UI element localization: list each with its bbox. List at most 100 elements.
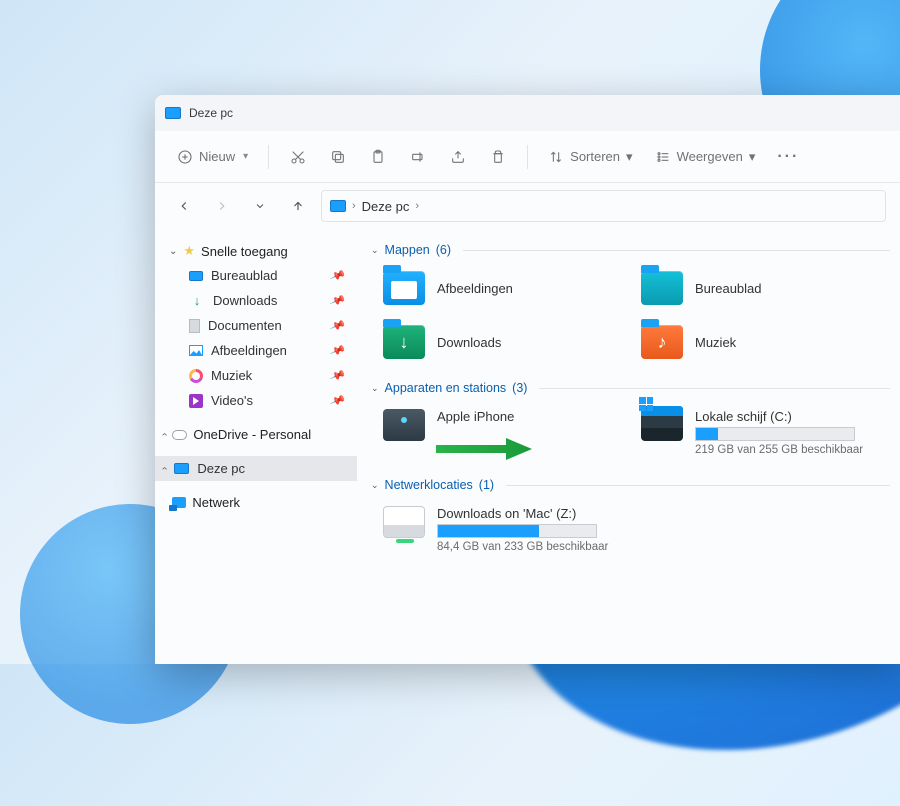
more-button[interactable]: ··· (769, 140, 807, 174)
arrow-up-icon (291, 199, 305, 213)
up-button[interactable] (283, 191, 313, 221)
device-local-disk-c[interactable]: Lokale schijf (C:) 219 GB van 255 GB bes… (637, 405, 885, 460)
share-button[interactable] (441, 140, 475, 174)
music-icon (189, 369, 203, 383)
pin-icon: 📌 (329, 267, 346, 284)
separator (463, 250, 890, 251)
folder-music[interactable]: Muziek (637, 321, 885, 363)
rename-icon (410, 149, 426, 165)
separator (268, 145, 269, 169)
paste-button[interactable] (361, 140, 395, 174)
sidebar-group-label: Snelle toegang (201, 244, 288, 259)
device-label: Apple iPhone (437, 409, 623, 424)
sidebar-item-label: Deze pc (197, 461, 245, 476)
sidebar-item-pictures[interactable]: Afbeeldingen 📌 (155, 338, 357, 363)
rename-button[interactable] (401, 140, 435, 174)
desktop-icon (189, 271, 203, 281)
delete-icon (490, 149, 506, 165)
chevron-down-icon: ⌄ (371, 480, 379, 491)
chevron-right-icon: › (159, 433, 170, 436)
section-title: Netwerklocaties (385, 478, 473, 492)
folder-icon (641, 325, 683, 359)
section-folders[interactable]: ⌄ Mappen (6) (361, 239, 900, 261)
titlebar[interactable]: Deze pc (155, 95, 900, 131)
section-title: Mappen (385, 243, 430, 257)
sidebar-item-videos[interactable]: Video's 📌 (155, 388, 357, 413)
arrow-right-icon (215, 199, 229, 213)
folder-desktop[interactable]: Bureaublad (637, 267, 885, 309)
copy-button[interactable] (321, 140, 355, 174)
folder-downloads[interactable]: Downloads (379, 321, 627, 363)
folder-label: Afbeeldingen (437, 281, 513, 296)
document-icon (189, 319, 200, 333)
folder-icon (383, 325, 425, 359)
sidebar-group-quick-access[interactable]: ⌄ ★ Snelle toegang (155, 239, 357, 263)
sidebar: ⌄ ★ Snelle toegang Bureaublad 📌 ↓ Downlo… (155, 229, 357, 664)
forward-button[interactable] (207, 191, 237, 221)
device-sublabel: 219 GB van 255 GB beschikbaar (695, 444, 881, 456)
separator (506, 485, 890, 486)
breadcrumb[interactable]: › Deze pc › (321, 190, 886, 222)
pin-icon: 📌 (329, 367, 346, 384)
devices-grid: Apple iPhone Lokale schijf (C:) 219 GB v… (361, 399, 900, 474)
device-label: Lokale schijf (C:) (695, 409, 881, 424)
separator (527, 145, 528, 169)
sort-icon (548, 149, 564, 165)
body: ⌄ ★ Snelle toegang Bureaublad 📌 ↓ Downlo… (155, 229, 900, 664)
section-network-locations[interactable]: ⌄ Netwerklocaties (1) (361, 474, 900, 496)
chevron-down-icon (254, 200, 266, 212)
chevron-down-icon: ⌄ (371, 383, 379, 394)
device-apple-iphone[interactable]: Apple iPhone (379, 405, 627, 460)
this-pc-icon (174, 463, 189, 474)
copy-icon (330, 149, 346, 165)
sidebar-item-downloads[interactable]: ↓ Downloads 📌 (155, 288, 357, 313)
chevron-down-icon: ▾ (243, 151, 248, 162)
recent-button[interactable] (245, 191, 275, 221)
view-icon (655, 149, 671, 165)
chevron-down-icon: ⌄ (169, 246, 177, 257)
back-button[interactable] (169, 191, 199, 221)
content: ⌄ Mappen (6) Afbeeldingen Bureaublad Dow… (357, 229, 900, 664)
pin-icon: 📌 (329, 342, 346, 359)
folder-icon (383, 271, 425, 305)
sidebar-item-label: Muziek (211, 368, 252, 383)
folder-icon (641, 271, 683, 305)
sort-button[interactable]: Sorteren ▾ (540, 140, 640, 174)
disk-icon (641, 409, 683, 441)
sidebar-item-music[interactable]: Muziek 📌 (155, 363, 357, 388)
folder-label: Bureaublad (695, 281, 762, 296)
new-button[interactable]: Nieuw ▾ (169, 140, 256, 174)
paste-icon (370, 149, 386, 165)
file-explorer-window: Deze pc Nieuw ▾ Sorteren (155, 95, 900, 664)
network-drive-icon (383, 506, 425, 538)
arrow-left-icon (177, 199, 191, 213)
cut-icon (290, 149, 306, 165)
folder-pictures[interactable]: Afbeeldingen (379, 267, 627, 309)
folder-label: Downloads (437, 335, 501, 350)
breadcrumb-item[interactable]: Deze pc (362, 199, 410, 214)
view-button[interactable]: Weergeven ▾ (647, 140, 764, 174)
share-icon (450, 149, 466, 165)
window-title: Deze pc (189, 106, 233, 120)
star-icon: ★ (183, 243, 195, 259)
nav-row: › Deze pc › (155, 183, 900, 229)
chevron-down-icon: ▾ (626, 149, 633, 165)
folder-label: Muziek (695, 335, 736, 350)
sidebar-item-documents[interactable]: Documenten 📌 (155, 313, 357, 338)
phone-icon (383, 409, 425, 441)
chevron-right-icon: › (352, 200, 356, 212)
sidebar-item-network[interactable]: › Netwerk (155, 491, 357, 514)
sidebar-item-desktop[interactable]: Bureaublad 📌 (155, 263, 357, 288)
section-count: (1) (479, 478, 494, 492)
storage-bar (695, 427, 855, 441)
section-devices[interactable]: ⌄ Apparaten en stations (3) (361, 377, 900, 399)
chevron-right-icon: › (415, 200, 419, 212)
network-drive-z[interactable]: Downloads on 'Mac' (Z:) 84,4 GB van 233 … (379, 502, 627, 557)
cloud-icon (172, 430, 187, 440)
this-pc-icon (165, 107, 181, 119)
sidebar-group-onedrive[interactable]: › OneDrive - Personal (155, 423, 357, 446)
delete-button[interactable] (481, 140, 515, 174)
cut-button[interactable] (281, 140, 315, 174)
sidebar-item-this-pc[interactable]: › Deze pc (155, 456, 357, 481)
windows-icon (639, 397, 653, 411)
